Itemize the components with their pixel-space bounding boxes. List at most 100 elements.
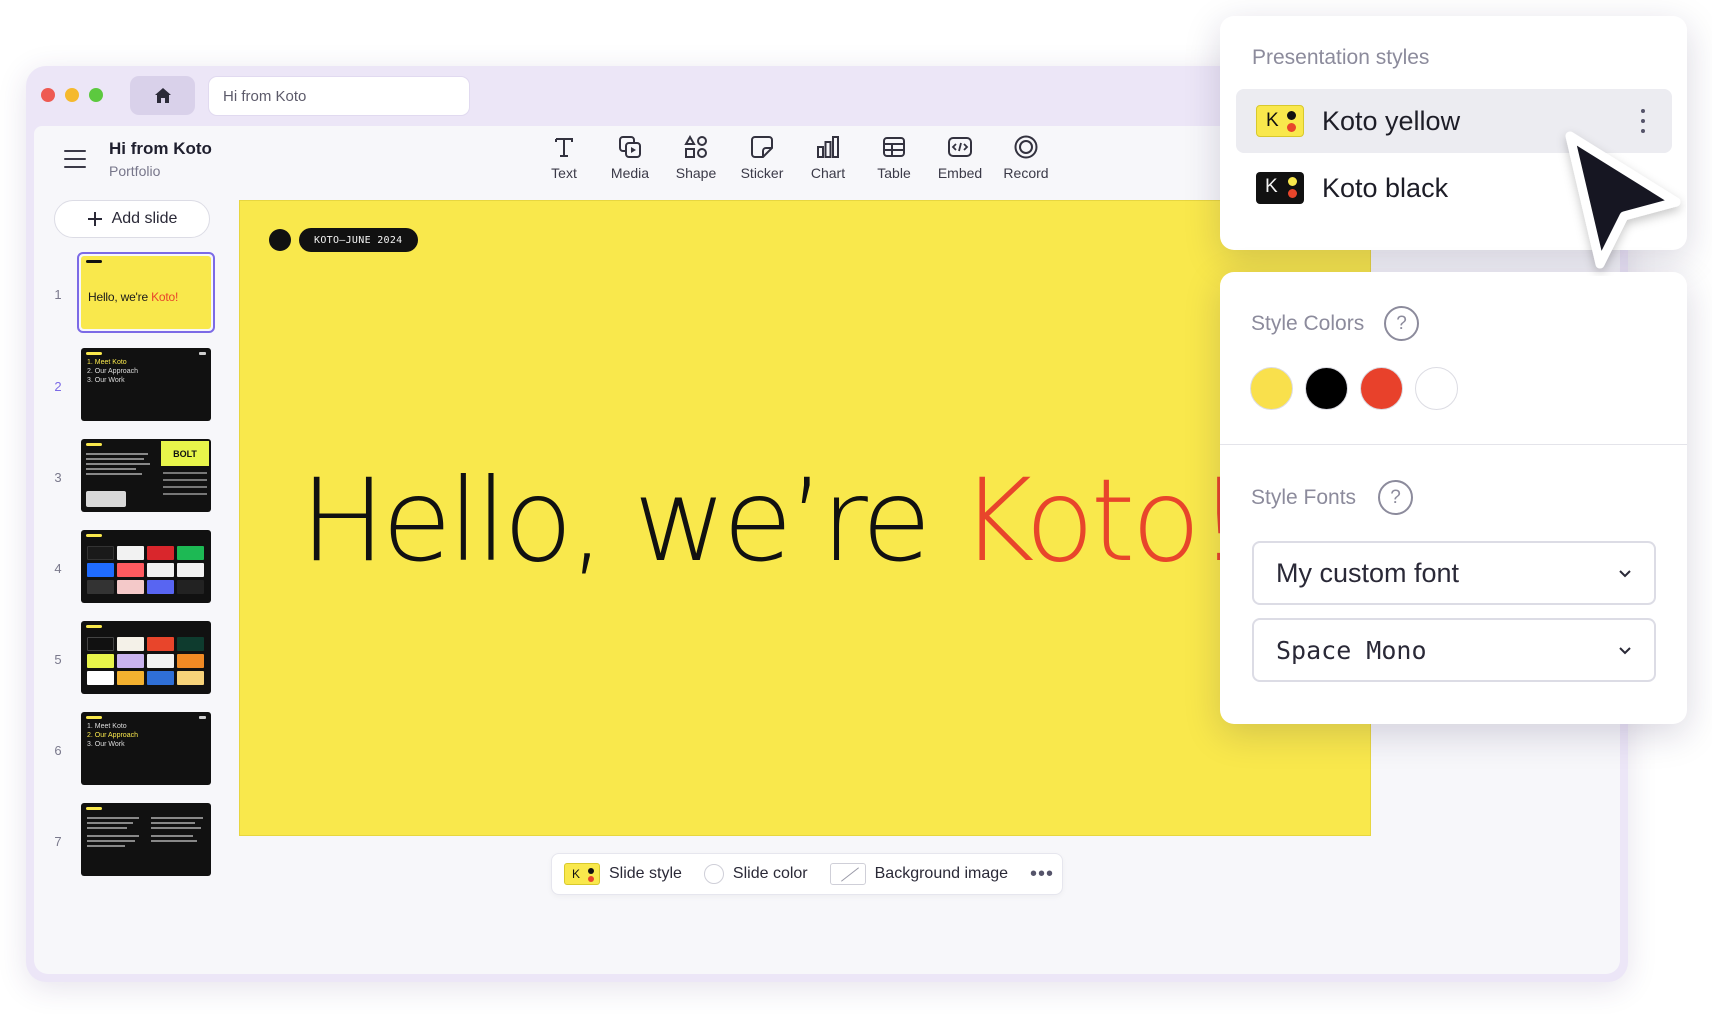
tool-label: Record: [1003, 165, 1049, 181]
tool-label: Table: [877, 165, 911, 181]
document-folder[interactable]: Portfolio: [109, 163, 160, 179]
slide-date-tag[interactable]: KOTO—JUNE 2024: [299, 228, 418, 252]
koto-style-badge-icon: K: [564, 863, 600, 885]
slide-preview: 1. Meet Koto 2. Our Approach 3. Our Work: [81, 712, 211, 785]
slide-preview: BOLT: [81, 439, 211, 512]
slide-number: 2: [54, 379, 62, 394]
plus-icon: [87, 212, 102, 226]
thumb-tag: [86, 534, 102, 537]
koto-yellow-swatch-icon: K: [1256, 105, 1304, 137]
slide-number: 7: [54, 834, 62, 849]
color-swatch-red[interactable]: [1360, 367, 1403, 410]
slide-number: 1: [54, 287, 62, 302]
slide-thumbnail-1[interactable]: 1 Hello, we're Koto!: [34, 252, 224, 336]
insert-toolbar: Text Media Shape Sticker Chart Table Emb…: [531, 131, 1059, 191]
style-color-swatches: [1250, 367, 1458, 410]
slide-preview: [81, 803, 211, 876]
slide-color-label: Slide color: [732, 865, 808, 882]
text-tool-button[interactable]: Text: [531, 131, 597, 191]
slide-thumbnail-7[interactable]: 7: [34, 803, 224, 883]
slide-style-button[interactable]: K Slide style: [564, 863, 682, 885]
thumb-work-grid: [87, 637, 204, 685]
home-icon: [154, 88, 171, 103]
no-image-icon: [829, 863, 866, 885]
chevron-down-icon: [1619, 569, 1631, 577]
embed-icon: [948, 137, 972, 157]
more-horizontal-icon[interactable]: •••: [1030, 863, 1054, 886]
chevron-down-icon: [1619, 646, 1631, 654]
background-image-label: Background image: [874, 865, 1009, 882]
brand-dot: [269, 229, 291, 251]
thumb-image: [86, 491, 126, 507]
table-icon: [883, 137, 905, 157]
window-close-button[interactable]: [41, 88, 55, 102]
shape-icon: [684, 134, 707, 158]
color-swatch-white[interactable]: [1415, 367, 1458, 410]
body-font-select[interactable]: Space Mono: [1252, 618, 1656, 682]
tool-label: Sticker: [740, 165, 784, 181]
slide-number: 6: [54, 743, 62, 758]
window-zoom-button[interactable]: [89, 88, 103, 102]
slide-canvas[interactable]: KOTO—JUNE 2024 Hello, we’re Koto!: [239, 200, 1371, 836]
selected-font: My custom font: [1276, 557, 1460, 588]
address-bar[interactable]: Hi from Koto: [208, 76, 470, 116]
thumb-left-text: [87, 817, 139, 847]
text-icon: [555, 138, 573, 157]
style-name: Koto yellow: [1322, 105, 1461, 136]
sticker-tool-button[interactable]: Sticker: [729, 131, 795, 191]
tool-label: Chart: [810, 165, 846, 181]
koto-black-swatch-icon: K: [1256, 172, 1304, 204]
style-fonts-label: Style Fonts: [1251, 486, 1357, 509]
headline-main: Hello, we’re: [300, 454, 960, 587]
chart-tool-button[interactable]: Chart: [795, 131, 861, 191]
thumb-right-text: [151, 817, 203, 842]
slide-thumbnail-5[interactable]: 5: [34, 621, 224, 701]
color-swatch-icon: [703, 864, 724, 884]
thumb-tag: [86, 443, 102, 446]
slide-preview: Hello, we're Koto!: [81, 256, 211, 329]
media-icon: [619, 136, 641, 158]
style-name: Koto black: [1322, 172, 1449, 203]
document-title[interactable]: Hi from Koto: [109, 139, 212, 159]
slide-thumbnail-4[interactable]: 4: [34, 530, 224, 610]
table-tool-button[interactable]: Table: [861, 131, 927, 191]
chart-icon: [817, 136, 839, 158]
add-slide-label: Add slide: [111, 210, 178, 227]
record-tool-button[interactable]: Record: [993, 131, 1059, 191]
tool-label: Media: [610, 165, 650, 181]
slide-thumbnail-6[interactable]: 6 1. Meet Koto 2. Our Approach 3. Our Wo…: [34, 712, 224, 792]
thumb-tag: [86, 260, 102, 263]
background-image-button[interactable]: Background image: [829, 863, 1009, 885]
thumb-bolt-logo: BOLT: [161, 441, 209, 466]
headline-accent: Koto!: [959, 454, 1243, 587]
thumb-body-text: [86, 453, 156, 493]
help-icon[interactable]: ?: [1384, 306, 1419, 341]
add-slide-button[interactable]: Add slide: [54, 200, 210, 238]
slide-options-bar: K Slide style Slide color Background ima…: [551, 853, 1063, 895]
tool-label: Embed: [937, 165, 983, 181]
selected-font: Space Mono: [1276, 635, 1427, 665]
slide-number: 4: [54, 561, 62, 576]
slide-preview: [81, 621, 211, 694]
thumb-logo: [199, 716, 206, 719]
divider: [1220, 444, 1687, 445]
embed-tool-button[interactable]: Embed: [927, 131, 993, 191]
window-minimize-button[interactable]: [65, 88, 79, 102]
color-swatch-black[interactable]: [1305, 367, 1348, 410]
media-tool-button[interactable]: Media: [597, 131, 663, 191]
thumb-tag: [86, 807, 102, 810]
slide-thumbnail-3[interactable]: 3 BOLT: [34, 439, 224, 519]
menu-icon[interactable]: [64, 150, 86, 168]
slide-number: 3: [54, 470, 62, 485]
record-icon: [1014, 135, 1038, 159]
color-swatch-yellow[interactable]: [1250, 367, 1293, 410]
thumb-agenda: 1. Meet Koto 2. Our Approach 3. Our Work: [87, 359, 138, 384]
home-button[interactable]: [130, 76, 195, 115]
heading-font-select[interactable]: My custom font: [1252, 541, 1656, 605]
slide-headline[interactable]: Hello, we’re Koto!: [300, 451, 1243, 591]
slide-thumbnail-2[interactable]: 2 1. Meet Koto 2. Our Approach 3. Our Wo…: [34, 348, 224, 428]
slide-color-button[interactable]: Slide color: [703, 864, 808, 884]
shape-tool-button[interactable]: Shape: [663, 131, 729, 191]
help-icon[interactable]: ?: [1378, 480, 1413, 515]
thumb-tag: [86, 352, 102, 355]
